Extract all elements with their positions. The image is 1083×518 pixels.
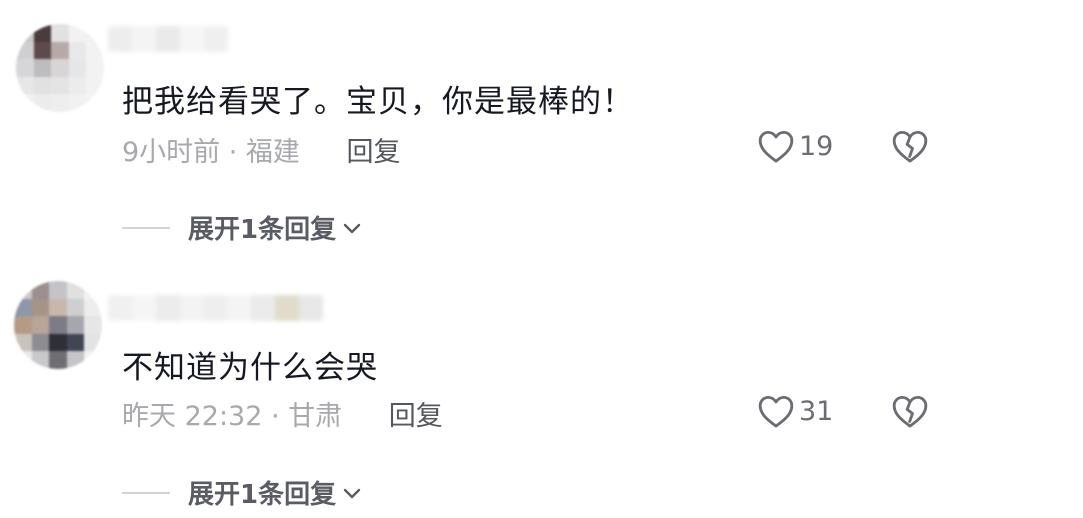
comment-meta: 昨天 22:32 · 甘肃 (122, 401, 343, 432)
broken-heart-icon (892, 130, 928, 163)
expand-replies-label: 展开1条回复 (188, 480, 337, 510)
broken-heart-icon (892, 395, 928, 428)
reply-button[interactable]: 回复 (347, 137, 401, 168)
chevron-down-icon (343, 223, 361, 233)
like-count: 31 (799, 395, 834, 427)
like-button[interactable]: 31 (757, 393, 833, 429)
comment-text: 不知道为什么会哭 (122, 350, 378, 386)
comment-item: 不知道为什么会哭 昨天 22:32 · 甘肃 回复 31 展开1条回复 (0, 259, 1083, 518)
like-count: 19 (799, 130, 834, 162)
heart-icon (758, 395, 794, 428)
comment-meta-line: 昨天 22:32 · 甘肃 回复 (122, 394, 443, 433)
username-blurred[interactable] (108, 295, 323, 321)
divider-dash (122, 226, 170, 229)
expand-replies-label: 展开1条回复 (188, 215, 337, 245)
comment-meta-line: 9小时前 · 福建 回复 (122, 130, 401, 169)
expand-replies[interactable]: 展开1条回复 (122, 474, 364, 511)
avatar[interactable] (14, 281, 102, 369)
chevron-down-icon (343, 488, 361, 498)
comment-meta: 9小时前 · 福建 (122, 137, 300, 168)
reply-button[interactable]: 回复 (389, 401, 443, 432)
username-blurred[interactable] (108, 26, 228, 52)
dislike-button[interactable] (891, 128, 929, 168)
like-button[interactable]: 19 (757, 128, 833, 164)
expand-replies[interactable]: 展开1条回复 (122, 209, 364, 246)
dislike-button[interactable] (891, 393, 929, 433)
comment-item: 把我给看哭了。宝贝，你是最棒的！ 9小时前 · 福建 回复 19 展开1条回复 (0, 0, 1083, 259)
avatar[interactable] (16, 24, 104, 112)
divider-dash (122, 491, 170, 494)
comment-text: 把我给看哭了。宝贝，你是最棒的！ (122, 84, 634, 120)
heart-icon (758, 130, 794, 163)
